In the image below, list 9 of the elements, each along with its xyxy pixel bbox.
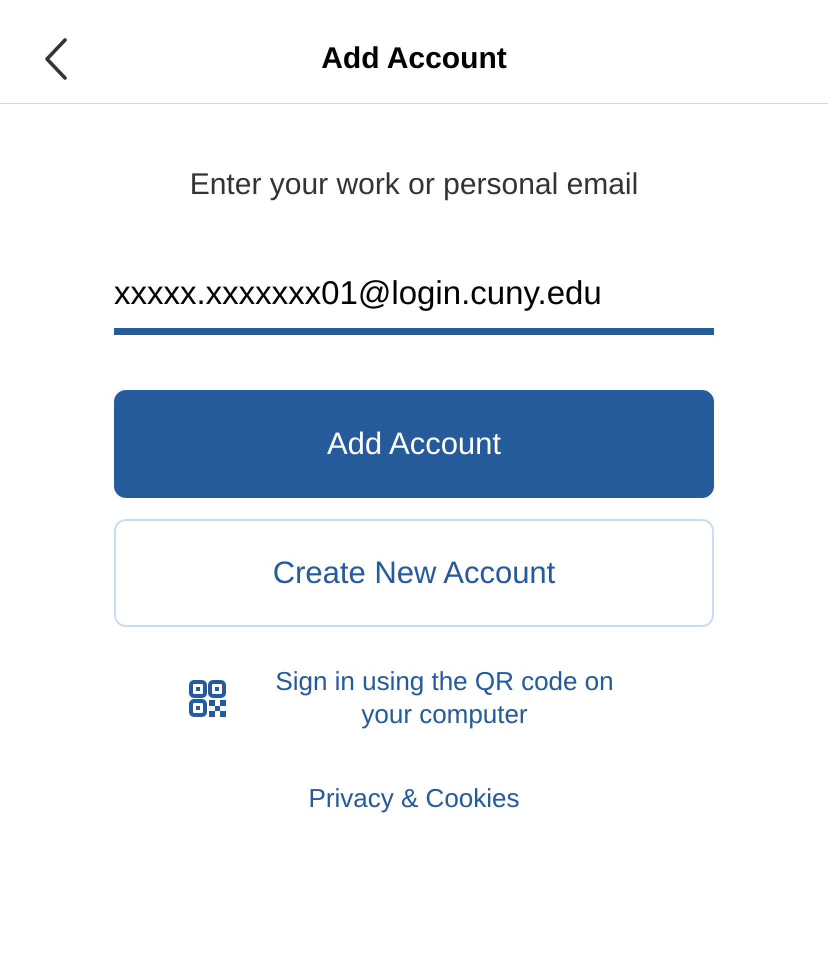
qr-sign-in-link[interactable]: Sign in using the QR code on your computer	[188, 665, 640, 731]
create-account-button[interactable]: Create New Account	[114, 519, 714, 627]
back-icon	[43, 37, 69, 81]
privacy-link[interactable]: Privacy & Cookies	[308, 779, 520, 818]
qr-code-icon	[188, 680, 226, 716]
email-prompt: Enter your work or personal email	[190, 167, 638, 203]
add-account-button[interactable]: Add Account	[114, 390, 714, 498]
email-field[interactable]: xxxxx.xxxxxxx01@login.cuny.edu	[114, 273, 714, 335]
header-title: Add Account	[321, 40, 507, 76]
